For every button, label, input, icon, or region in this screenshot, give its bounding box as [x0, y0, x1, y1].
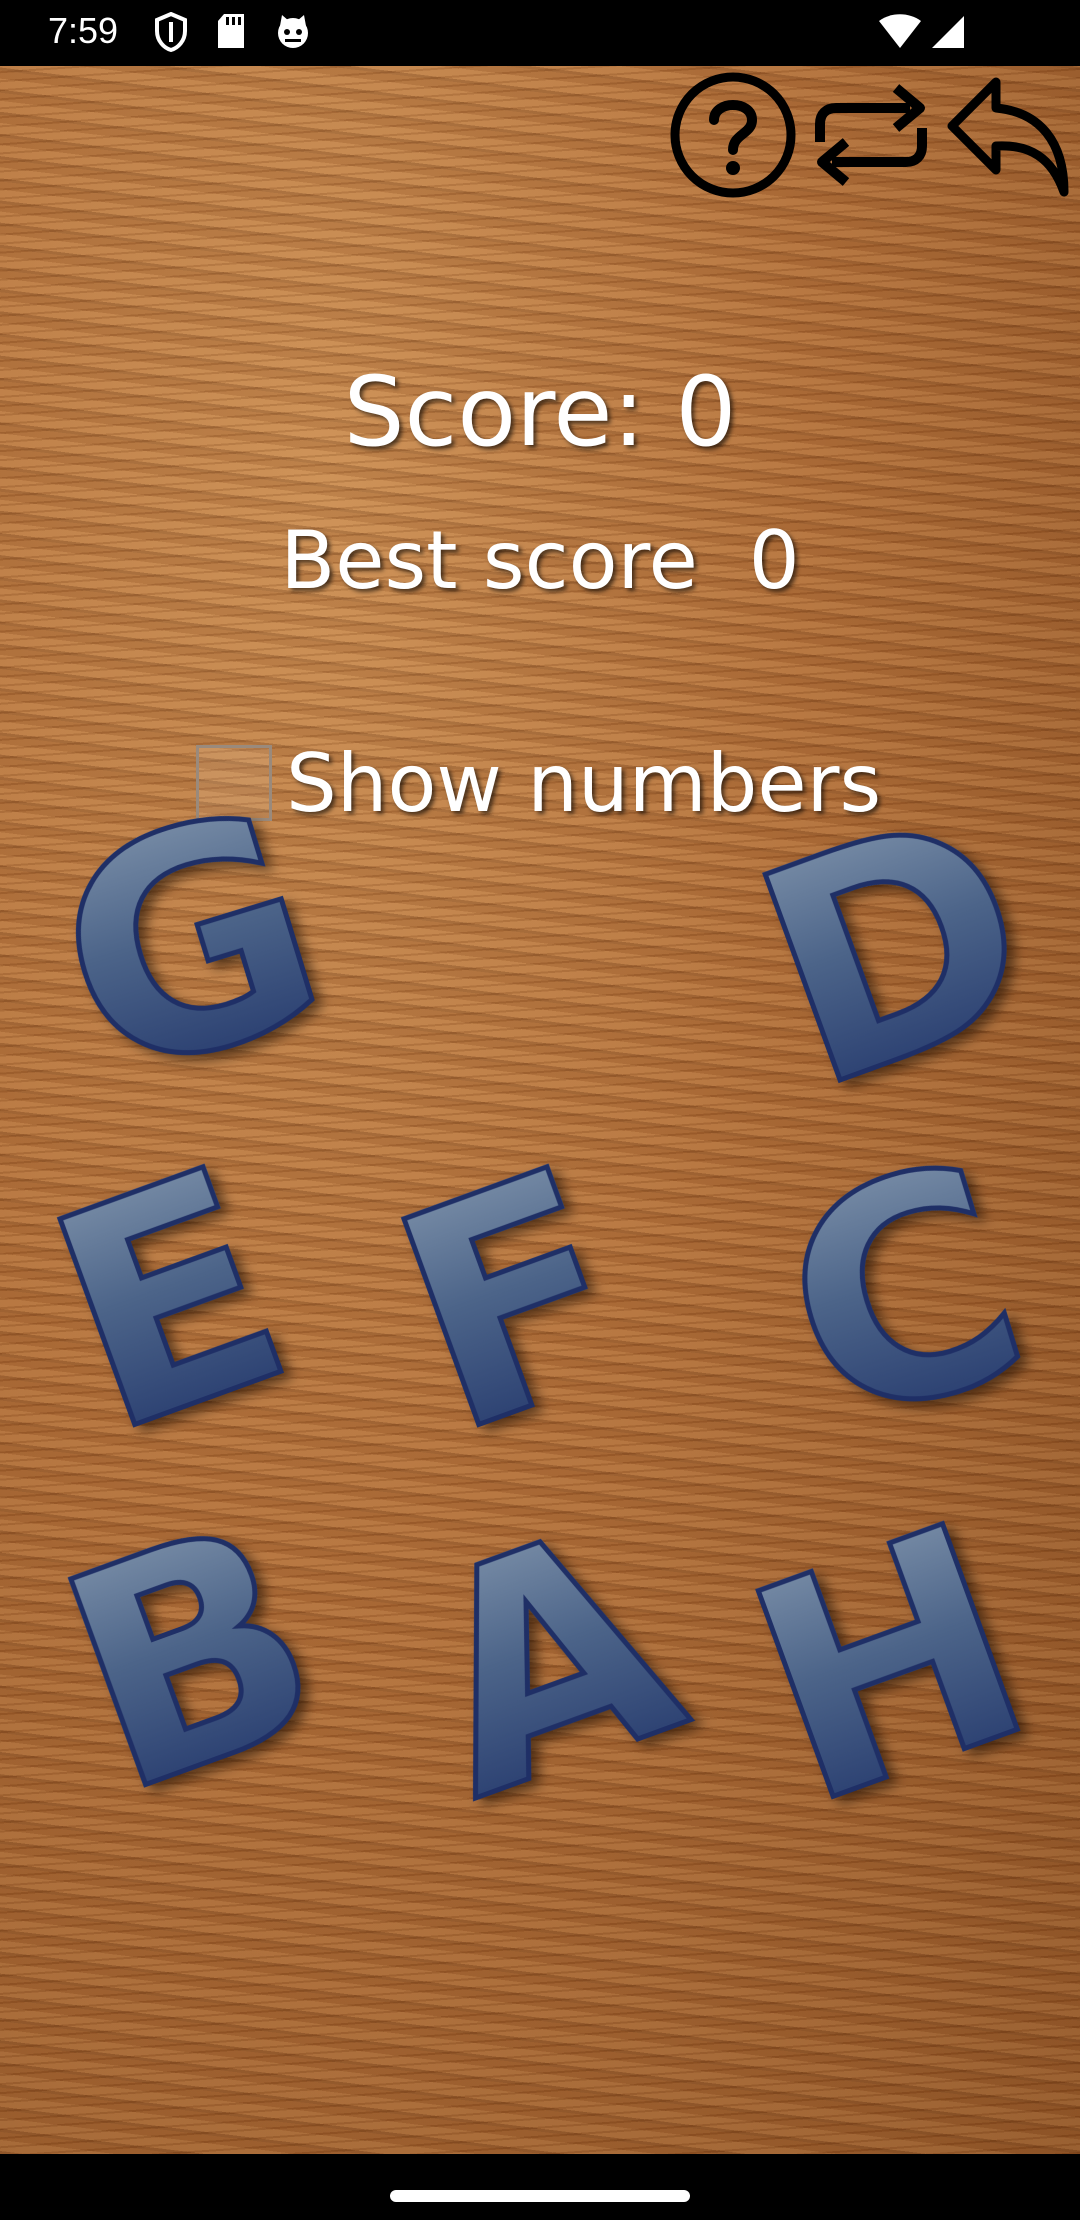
- letter-tile-f[interactable]: F: [318, 1100, 709, 1503]
- status-bar: 7:59: [0, 0, 1080, 66]
- letter-tile-h[interactable]: H: [694, 1456, 1080, 1875]
- letter-tile-e[interactable]: E: [0, 1100, 366, 1503]
- letter-tile-b[interactable]: B: [0, 1452, 388, 1863]
- back-button[interactable]: [944, 70, 1074, 200]
- best-score-label: Best score 0: [280, 514, 800, 607]
- game-board: Score: 0 Best score 0 Show numbers G D E…: [0, 66, 1080, 2154]
- help-icon: [670, 72, 796, 198]
- home-gesture-handle[interactable]: [390, 2190, 690, 2202]
- help-button[interactable]: [668, 70, 798, 200]
- sd-card-icon: [218, 14, 244, 48]
- navigation-bar: [0, 2154, 1080, 2220]
- cat-face-icon: [278, 15, 308, 48]
- restart-button[interactable]: [806, 70, 936, 200]
- wifi-icon: [879, 14, 921, 48]
- restart-icon: [815, 84, 927, 186]
- cellular-signal-icon: [932, 16, 964, 48]
- letter-tile-c[interactable]: C: [714, 1094, 1080, 1497]
- score-label: Score: 0: [343, 356, 737, 468]
- status-time: 7:59: [48, 10, 119, 51]
- shield-icon: [155, 12, 187, 52]
- letter-tile-a[interactable]: A: [352, 1455, 743, 1867]
- back-icon: [947, 77, 1069, 197]
